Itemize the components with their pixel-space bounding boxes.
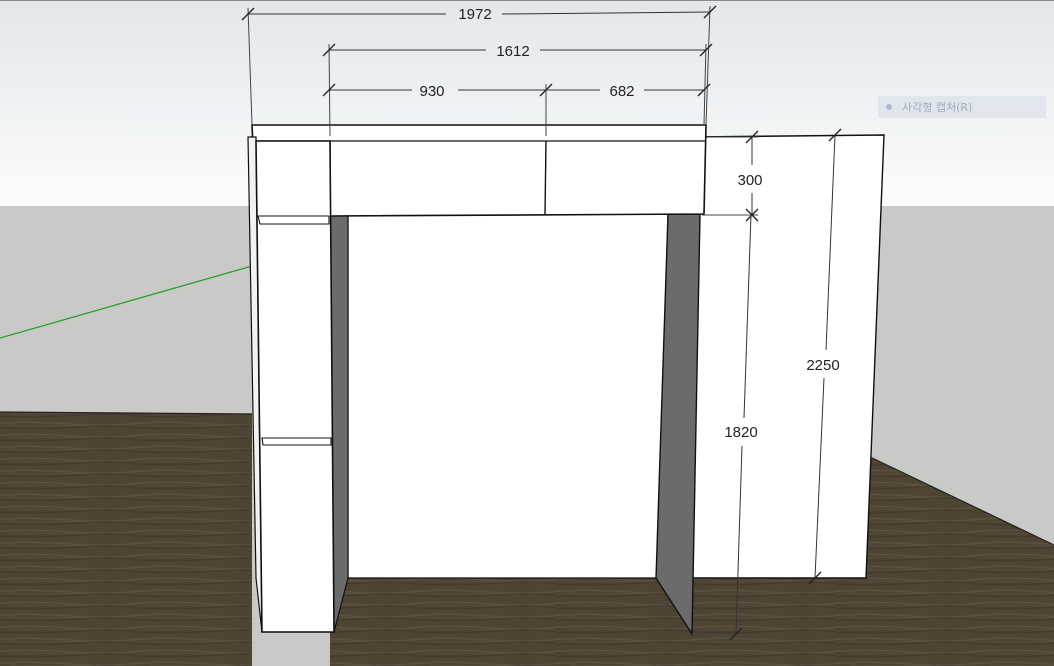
dimension-label-2250: 2250 xyxy=(806,357,839,374)
wood-floor-left xyxy=(0,412,252,666)
left-column-shelf-middle xyxy=(261,437,332,446)
cabinet-back-panel[interactable] xyxy=(347,213,669,579)
dimension-label-1820: 1820 xyxy=(724,424,757,441)
back-wall-panel[interactable] xyxy=(689,134,885,579)
dimension-label-1972: 1972 xyxy=(458,6,491,23)
top-box-divider-middle xyxy=(544,140,547,215)
dimension-label-1612: 1612 xyxy=(496,43,529,60)
left-tall-column[interactable] xyxy=(255,140,335,633)
sketchup-viewport[interactable]: 1972 1612 930 682 300 1820 2250 사각형 캡처(R… xyxy=(0,0,1054,666)
dimension-label-682: 682 xyxy=(609,83,634,100)
tooltip-label: 사각형 캡처(R) xyxy=(902,101,973,114)
capture-icon xyxy=(886,104,892,110)
left-column-shelf-top xyxy=(257,215,330,225)
dimension-label-930: 930 xyxy=(419,83,444,100)
dimension-label-300: 300 xyxy=(737,172,762,189)
rectangle-capture-tooltip[interactable]: 사각형 캡처(R) xyxy=(878,96,1046,118)
